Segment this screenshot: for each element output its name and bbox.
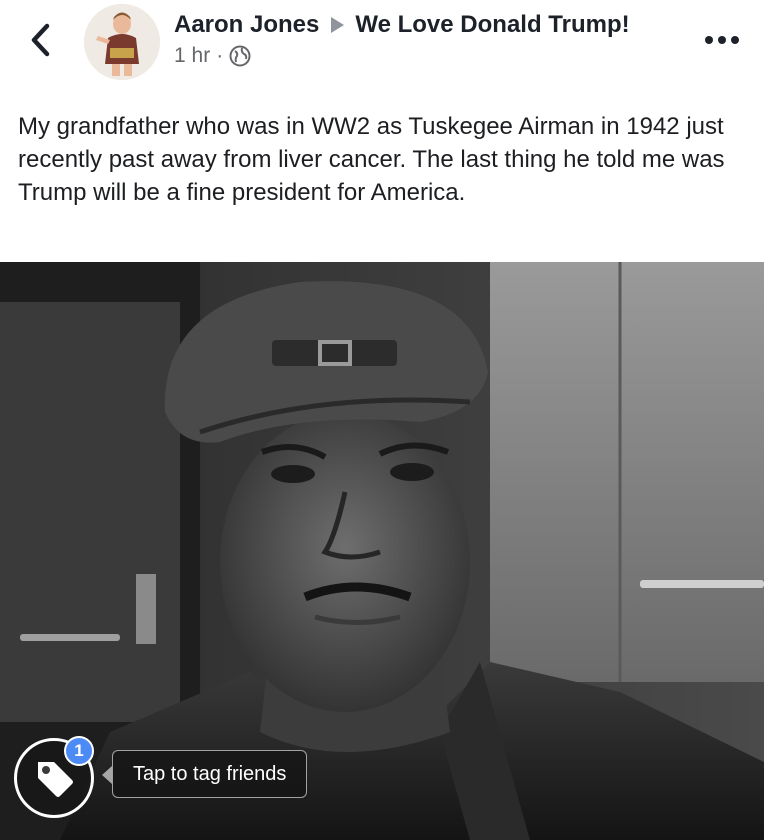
group-name[interactable]: We Love Donald Trump! <box>355 11 629 39</box>
more-horizontal-icon <box>705 36 739 44</box>
back-button[interactable] <box>22 22 58 58</box>
author-name[interactable]: Aaron Jones <box>174 11 319 39</box>
post-time[interactable]: 1 hr <box>174 44 210 68</box>
chevron-left-icon <box>31 23 50 57</box>
post-header: Aaron Jones We Love Donald Trump! 1 hr · <box>0 0 764 92</box>
more-options-button[interactable] <box>700 28 744 52</box>
post-meta: 1 hr · <box>174 42 251 70</box>
globe-icon <box>229 45 251 67</box>
triangle-right-icon <box>329 16 345 34</box>
post-text: My grandfather who was in WW2 as Tuskege… <box>18 113 725 206</box>
tag-friends-tooltip[interactable]: Tap to tag friends <box>101 750 308 798</box>
meta-separator: · <box>216 44 224 67</box>
tag-friends-label: Tap to tag friends <box>133 762 287 785</box>
avatar[interactable] <box>84 4 160 80</box>
tag-count-badge: 1 <box>64 736 94 766</box>
post-title-row: Aaron Jones We Love Donald Trump! <box>174 8 630 42</box>
